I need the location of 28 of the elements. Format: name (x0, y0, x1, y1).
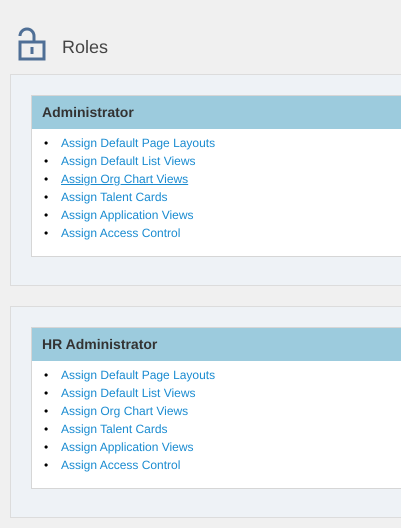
bullet: • (44, 385, 50, 402)
bullet: • (44, 189, 50, 206)
role-link[interactable]: Assign Default List Views (61, 154, 196, 168)
bullet: • (44, 207, 50, 224)
page-title: Roles (62, 36, 108, 58)
role-name: Administrator (32, 96, 401, 129)
bullet: • (44, 367, 50, 384)
role-link[interactable]: Assign Default Page Layouts (61, 368, 216, 382)
bullet: • (44, 421, 50, 438)
bullet: • (44, 439, 50, 456)
bullet: • (44, 225, 50, 242)
bullet: • (44, 135, 50, 152)
bullet: • (44, 171, 50, 188)
unlocked-padlock-icon (18, 27, 46, 61)
role-name: HR Administrator (32, 328, 401, 361)
bullet: • (44, 403, 50, 420)
role-link[interactable]: Assign Application Views (61, 440, 194, 454)
role-link[interactable]: Assign Org Chart Views (61, 404, 188, 418)
role-link[interactable]: Assign Application Views (61, 208, 194, 222)
role-link[interactable]: Assign Talent Cards (61, 190, 168, 204)
role-link[interactable]: Assign Default List Views (61, 386, 196, 400)
bullet: • (44, 457, 50, 474)
role-link[interactable]: Assign Default Page Layouts (61, 136, 216, 150)
role-link[interactable]: Assign Access Control (61, 458, 180, 472)
role-link[interactable]: Assign Talent Cards (61, 422, 168, 436)
role-link[interactable]: Assign Access Control (61, 226, 180, 240)
role-link[interactable]: Assign Org Chart Views (61, 172, 188, 186)
bullet: • (44, 153, 50, 170)
